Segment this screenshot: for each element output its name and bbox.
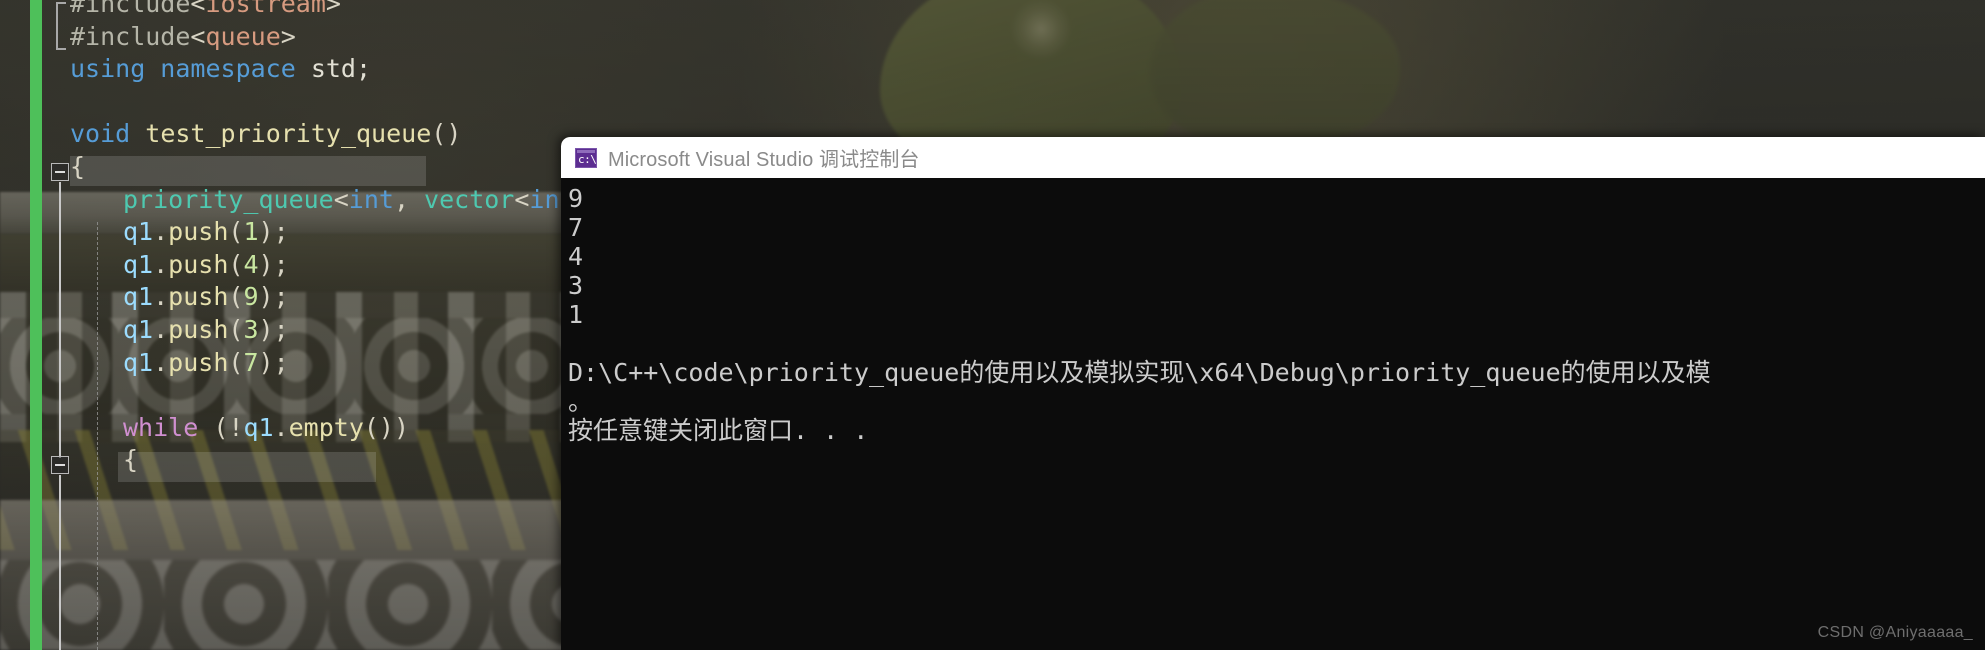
code-token: 1 xyxy=(243,217,259,247)
code-token: < xyxy=(190,21,206,51)
code-token: empty xyxy=(288,412,364,442)
console-output-area[interactable]: 9 7 4 3 1 D:\C++\code\priority_queue的使用以及模拟实现… xyxy=(561,178,1985,650)
code-token: < xyxy=(333,184,349,214)
code-line[interactable]: using namespace std; xyxy=(70,53,371,85)
code-line[interactable]: q1.push(7); xyxy=(123,347,289,379)
code-token: ( xyxy=(228,217,244,247)
console-output-line: 9 xyxy=(568,184,584,213)
csdn-watermark: CSDN @Aniyaaaaa_ xyxy=(1817,624,1973,641)
code-token: using namespace xyxy=(70,54,296,84)
code-token: vector xyxy=(424,184,515,214)
code-line[interactable]: while (!q1.empty()) xyxy=(123,412,409,444)
code-token: > xyxy=(325,0,341,18)
code-token: push xyxy=(168,315,229,344)
code-token: ( xyxy=(228,347,244,377)
code-token: while xyxy=(123,412,199,442)
code-token: push xyxy=(168,249,229,279)
code-line[interactable]: #include<queue> xyxy=(70,21,296,53)
code-line[interactable]: q1.push(3); xyxy=(123,314,289,346)
code-token: { xyxy=(70,152,86,181)
console-output-line: 3 xyxy=(568,271,584,300)
code-token: iostream xyxy=(205,0,326,18)
code-token: ( xyxy=(228,282,244,312)
code-token: 9 xyxy=(243,282,259,312)
command-prompt-icon: c:\ xyxy=(575,147,597,168)
code-token: int xyxy=(348,184,394,214)
code-token: . xyxy=(153,315,169,344)
code-token: void xyxy=(70,119,131,149)
code-token: test_priority_queue xyxy=(145,119,432,149)
code-token: . xyxy=(153,249,169,279)
code-line[interactable]: #include<iostream> xyxy=(70,0,341,20)
code-token: ); xyxy=(258,217,289,247)
code-token: > xyxy=(280,21,296,51)
code-token: () xyxy=(431,119,462,149)
code-token: push xyxy=(168,282,229,312)
code-token: std; xyxy=(295,54,372,84)
command-prompt-icon-text: c:\ xyxy=(578,152,597,166)
code-token: (! xyxy=(213,412,244,442)
code-token: . xyxy=(273,412,289,442)
code-token: ); xyxy=(258,315,289,344)
console-output-line: 。 xyxy=(568,387,594,416)
code-line[interactable]: q1.push(9); xyxy=(123,281,289,313)
code-token: ( xyxy=(228,315,244,344)
code-line[interactable]: q1.push(1); xyxy=(123,216,289,248)
code-token: push xyxy=(168,217,229,247)
code-token: . xyxy=(153,217,169,247)
console-output-line: D:\C++\code\priority_queue的使用以及模拟实现\x64\… xyxy=(568,358,1711,387)
code-token: push xyxy=(168,347,229,377)
console-output-line: 4 xyxy=(568,242,584,271)
code-token: . xyxy=(153,347,169,377)
code-token: priority_queue xyxy=(123,184,334,214)
console-output-line: 按任意键关闭此窗口. . . xyxy=(568,416,869,445)
code-token: ()) xyxy=(363,412,410,442)
line-highlight-while xyxy=(118,452,376,482)
code-token: q1 xyxy=(123,249,154,279)
code-token: ); xyxy=(258,249,289,279)
console-output-line: 7 xyxy=(568,213,584,242)
code-token: #include xyxy=(70,21,191,51)
code-token: 4 xyxy=(243,249,259,279)
console-output-line: 1 xyxy=(568,300,584,329)
code-token: { xyxy=(123,445,139,475)
console-title-label: Microsoft Visual Studio 调试控制台 xyxy=(608,149,920,171)
code-line[interactable]: q1.push(4); xyxy=(123,249,289,281)
code-token: 3 xyxy=(243,315,259,344)
code-token: q1 xyxy=(123,315,154,344)
code-line[interactable]: { xyxy=(123,444,138,476)
code-line[interactable]: { xyxy=(70,151,85,183)
code-token: , xyxy=(393,184,425,214)
code-token: < xyxy=(514,184,530,214)
code-line[interactable]: priority_queue<int, vector<int>, xyxy=(123,184,605,216)
code-token: queue xyxy=(205,21,281,51)
code-token: ( xyxy=(228,249,244,279)
code-token: #include xyxy=(70,0,191,18)
code-token: ); xyxy=(258,347,289,377)
code-token: q1 xyxy=(123,217,154,247)
code-token: . xyxy=(153,282,169,312)
code-token: 7 xyxy=(243,347,259,377)
code-token: q1 xyxy=(123,282,154,312)
console-titlebar[interactable]: c:\ Microsoft Visual Studio 调试控制台 xyxy=(561,137,1985,178)
code-token: < xyxy=(190,0,206,18)
code-token: q1 xyxy=(123,347,154,377)
line-highlight-function-signature xyxy=(70,156,426,186)
code-line[interactable]: void test_priority_queue() xyxy=(70,118,461,150)
screenshot-root: #include<iostream> #include<queue> using n… xyxy=(0,0,1985,650)
code-token: ); xyxy=(258,282,289,312)
debug-console-window[interactable]: c:\ Microsoft Visual Studio 调试控制台 97431 D… xyxy=(561,137,1985,650)
code-token: q1 xyxy=(243,412,274,442)
